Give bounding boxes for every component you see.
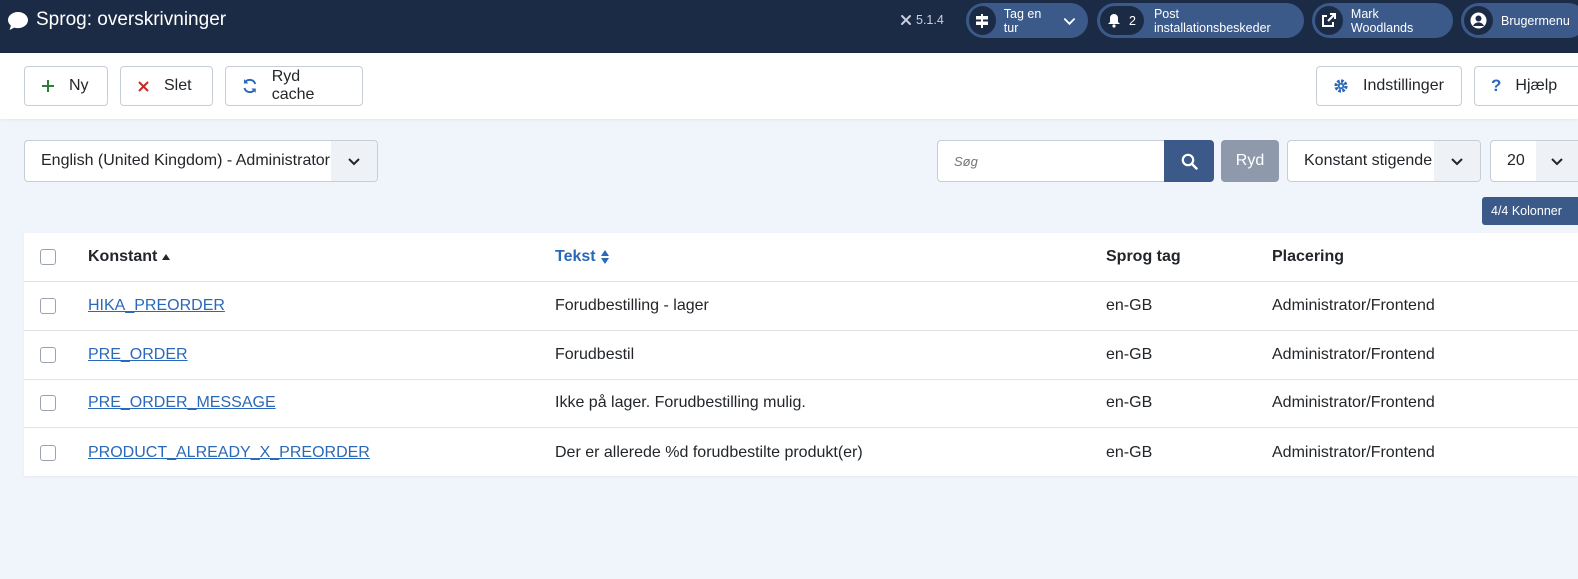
select-all-checkbox[interactable] bbox=[40, 249, 56, 265]
limit-select-value: 20 bbox=[1507, 152, 1525, 169]
sort-asc-icon bbox=[162, 254, 171, 260]
sort-select[interactable]: Konstant stigende bbox=[1287, 140, 1481, 182]
chevron-down-icon bbox=[1064, 17, 1076, 25]
plus-icon bbox=[42, 80, 54, 92]
row-checkbox[interactable] bbox=[40, 298, 56, 314]
tour-label: Tag en tur bbox=[1003, 6, 1042, 35]
column-header-text[interactable]: Tekst bbox=[555, 233, 610, 281]
chevron-down-icon bbox=[331, 141, 377, 181]
bell-icon bbox=[1108, 14, 1120, 28]
sort-select-value: Konstant stigende bbox=[1304, 152, 1433, 169]
row-checkbox[interactable] bbox=[40, 395, 56, 411]
help-label: Hjælp bbox=[1515, 77, 1558, 94]
column-header-location: Placering bbox=[1272, 248, 1345, 265]
toolbar: Ny Slet Ryd cache Indstillinger ? Hjælp bbox=[0, 53, 1578, 119]
constant-link[interactable]: PRODUCT_ALREADY_X_PREORDER bbox=[88, 444, 370, 462]
x-icon bbox=[138, 80, 149, 92]
table-row: PRE_ORDER Forudbestil en-GB Administrato… bbox=[24, 331, 1578, 380]
table-row: HIKA_PREORDER Forudbestilling - lager en… bbox=[24, 282, 1578, 331]
search-input[interactable] bbox=[937, 140, 1165, 182]
user-circle-icon bbox=[1464, 6, 1493, 35]
location-cell: Administrator/Frontend bbox=[1272, 443, 1435, 461]
column-header-constant[interactable]: Konstant bbox=[88, 233, 171, 281]
new-button[interactable]: Ny bbox=[24, 66, 108, 106]
question-icon: ? bbox=[1491, 76, 1502, 95]
post-install-label: Post installationsbeskeder bbox=[1153, 6, 1271, 35]
overrides-table: Konstant Tekst Sprog tag Placering HIKA_… bbox=[24, 233, 1578, 476]
joomla-icon bbox=[901, 15, 911, 25]
page-title: Sprog: overskrivninger bbox=[36, 9, 227, 30]
user-menu-button[interactable]: Brugermenu bbox=[1461, 3, 1578, 38]
select-all-checkbox-cell bbox=[40, 233, 56, 281]
notification-count: 2 bbox=[1129, 13, 1136, 28]
new-label: Ny bbox=[69, 77, 89, 94]
search-icon bbox=[1181, 153, 1198, 170]
column-header-language-tag: Sprog tag bbox=[1106, 248, 1181, 265]
columns-toggle-button[interactable]: 4/4 Kolonner bbox=[1482, 197, 1578, 225]
signpost-icon bbox=[969, 6, 996, 35]
site-link-button[interactable]: Mark Woodlands bbox=[1312, 3, 1453, 38]
language-tag-cell: en-GB bbox=[1106, 297, 1153, 314]
refresh-icon bbox=[243, 78, 257, 94]
row-checkbox[interactable] bbox=[40, 347, 56, 363]
delete-button[interactable]: Slet bbox=[120, 66, 213, 106]
column-header-text-label: Tekst bbox=[555, 248, 596, 265]
text-cell: Der er allerede %d forudbestilte produkt… bbox=[555, 443, 863, 461]
gear-icon bbox=[1334, 79, 1348, 93]
external-link-icon bbox=[1315, 6, 1343, 35]
language-tag-cell: en-GB bbox=[1106, 443, 1153, 461]
clear-cache-button[interactable]: Ryd cache bbox=[225, 66, 363, 106]
column-header-constant-label: Konstant bbox=[88, 248, 158, 265]
location-cell: Administrator/Frontend bbox=[1272, 346, 1435, 363]
chevron-down-icon bbox=[1434, 141, 1480, 181]
constant-link[interactable]: PRE_ORDER bbox=[88, 346, 188, 364]
clear-button[interactable]: Ryd bbox=[1221, 140, 1279, 182]
table-row: PRE_ORDER_MESSAGE Ikke på lager. Forudbe… bbox=[24, 379, 1578, 428]
options-label: Indstillinger bbox=[1363, 77, 1444, 94]
tour-button[interactable]: Tag en tur bbox=[966, 3, 1088, 38]
site-label: Mark Woodlands bbox=[1350, 6, 1414, 35]
speech-bubble-icon bbox=[8, 12, 28, 30]
language-tag-cell: en-GB bbox=[1106, 346, 1153, 363]
search-button[interactable] bbox=[1164, 140, 1214, 182]
table-header-row: Konstant Tekst Sprog tag Placering bbox=[24, 233, 1578, 282]
text-cell: Forudbestil bbox=[555, 346, 635, 363]
location-cell: Administrator/Frontend bbox=[1272, 394, 1435, 411]
options-button[interactable]: Indstillinger bbox=[1316, 66, 1462, 106]
location-cell: Administrator/Frontend bbox=[1272, 297, 1435, 314]
chevron-down-icon bbox=[1536, 141, 1578, 181]
version-info[interactable]: 5.1.4 bbox=[900, 13, 944, 27]
language-tag-cell: en-GB bbox=[1106, 394, 1153, 411]
notification-badge: 2 bbox=[1100, 6, 1144, 35]
text-cell: Ikke på lager. Forudbestilling mulig. bbox=[555, 394, 806, 411]
post-install-messages-button[interactable]: 2 Post installationsbeskeder bbox=[1097, 3, 1304, 38]
table-row: PRODUCT_ALREADY_X_PREORDER Der er allere… bbox=[24, 428, 1578, 477]
constant-link[interactable]: HIKA_PREORDER bbox=[88, 297, 225, 315]
version-label: 5.1.4 bbox=[916, 13, 944, 27]
top-header: Sprog: overskrivninger 5.1.4 Tag en tur bbox=[0, 0, 1578, 53]
sort-icon bbox=[600, 250, 609, 264]
delete-label: Slet bbox=[164, 77, 192, 94]
language-select[interactable]: English (United Kingdom) - Administrator bbox=[24, 140, 378, 182]
constant-link[interactable]: PRE_ORDER_MESSAGE bbox=[88, 394, 276, 412]
clear-cache-label: Ryd cache bbox=[271, 68, 315, 103]
limit-select[interactable]: 20 bbox=[1490, 140, 1578, 182]
user-menu-label: Brugermenu bbox=[1501, 13, 1570, 28]
row-checkbox[interactable] bbox=[40, 444, 56, 461]
language-select-value: English (United Kingdom) - Administrator bbox=[41, 152, 331, 169]
help-button[interactable]: ? Hjælp bbox=[1474, 66, 1578, 106]
text-cell: Forudbestilling - lager bbox=[555, 297, 709, 314]
